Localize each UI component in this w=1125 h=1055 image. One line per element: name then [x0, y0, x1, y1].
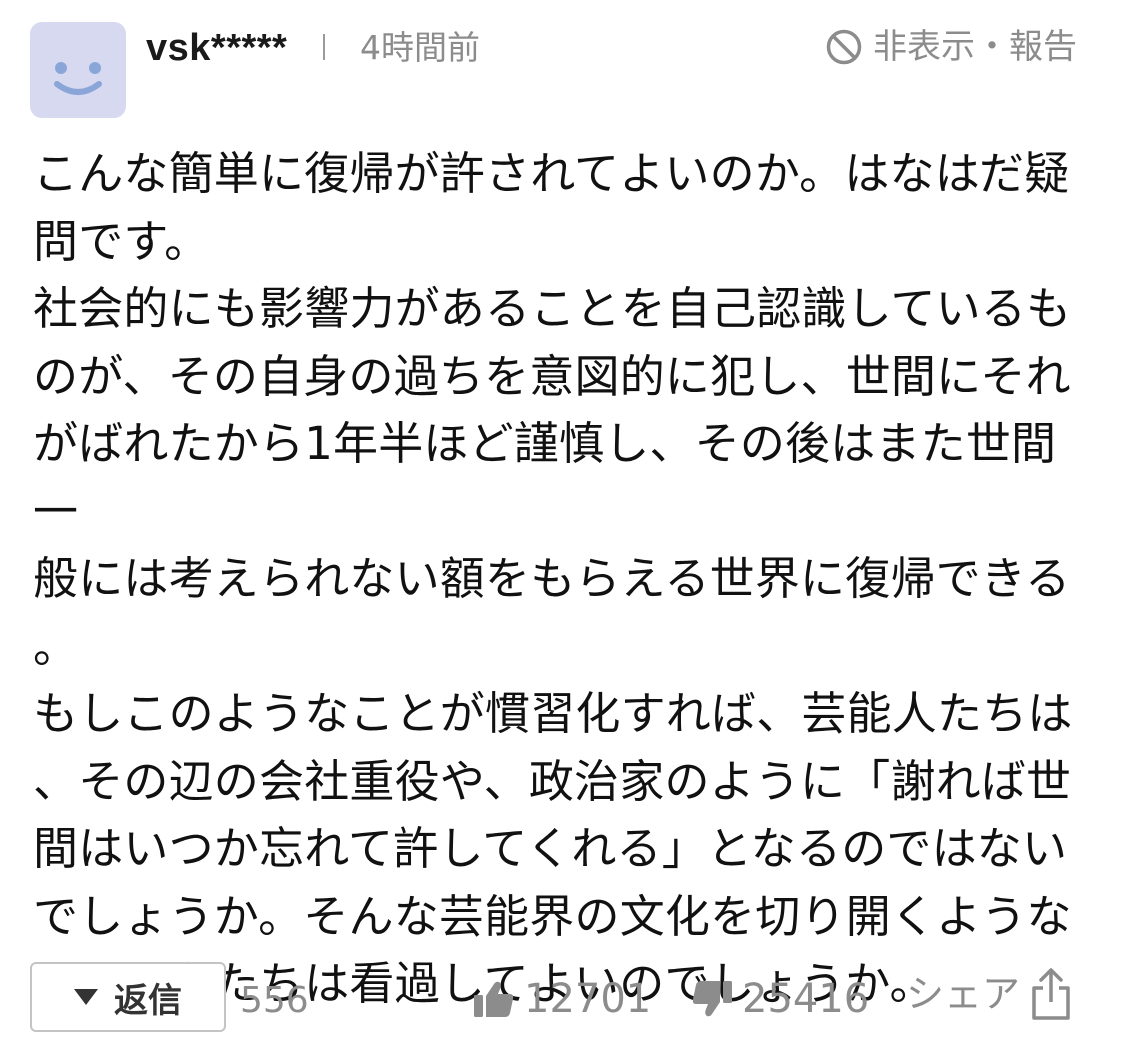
- avatar[interactable]: [30, 22, 126, 118]
- share-label: シェア: [906, 972, 1021, 1016]
- username[interactable]: vsk*****: [146, 24, 287, 72]
- like-count: 12701: [524, 976, 652, 1022]
- share-button[interactable]: シェア: [906, 966, 1072, 1022]
- dislike-count: 25416: [742, 976, 870, 1022]
- thumbs-up-icon: [474, 981, 514, 1017]
- reply-label: 返信: [114, 980, 182, 1021]
- reply-button[interactable]: 返信: [30, 962, 226, 1032]
- smiley-face-icon: [54, 62, 102, 95]
- triangle-down-icon: [74, 989, 98, 1005]
- reply-count: 556: [240, 980, 309, 1021]
- timestamp: 4時間前: [360, 28, 480, 67]
- share-icon: [1032, 968, 1070, 1020]
- prohibited-circle-icon: [826, 29, 862, 65]
- comment-text: こんな簡単に復帰が許されてよいのか。はなはだ疑 問です。 社会的にも影響力がある…: [33, 147, 1073, 1010]
- like-button[interactable]: 12701: [472, 976, 651, 1022]
- dislike-button[interactable]: 25416: [690, 976, 869, 1022]
- hide-report-label: 非表示・報告: [873, 27, 1077, 67]
- comment-card: vsk***** 4時間前 非表示・報告 こんな簡単に復帰が許されてよいのか。は…: [0, 0, 1125, 1055]
- hide-report-button[interactable]: 非表示・報告: [825, 24, 1077, 70]
- thumbs-down-icon: [692, 981, 732, 1017]
- separator: [323, 34, 325, 60]
